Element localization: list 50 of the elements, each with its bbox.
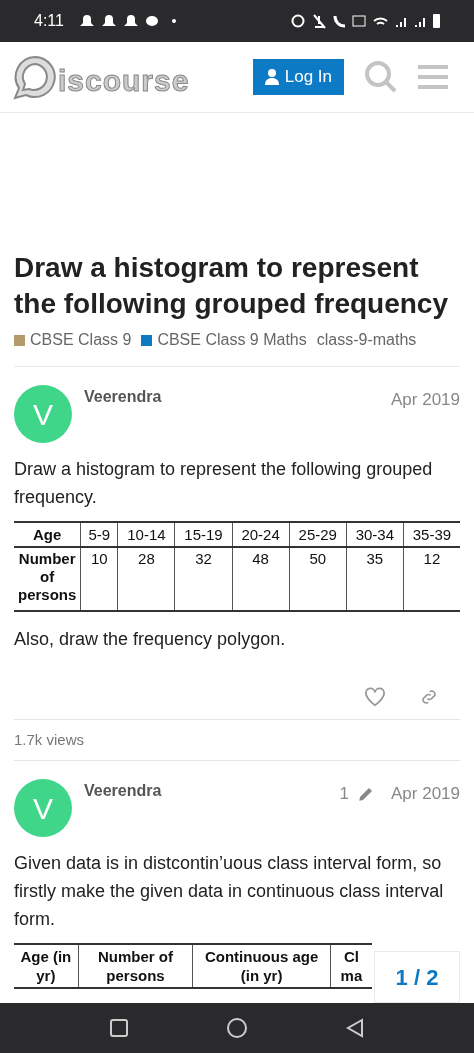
table-header: 10-14 — [117, 522, 175, 547]
post-text: Also, draw the frequency polygon. — [14, 628, 287, 651]
logo-icon[interactable] — [12, 54, 58, 100]
dot-icon — [171, 19, 176, 23]
back-icon[interactable] — [346, 1018, 365, 1038]
tag-link[interactable]: class-9-maths — [316, 328, 417, 352]
post-date[interactable]: Apr 2019 — [391, 781, 460, 807]
wifi-icon — [373, 15, 388, 27]
battery-icon — [433, 14, 440, 28]
table-header: 15-19 — [174, 522, 233, 547]
heart-icon[interactable] — [364, 687, 386, 707]
table-header: 25-29 — [289, 522, 347, 547]
user-icon — [264, 69, 279, 85]
author-name[interactable]: Veerendra — [84, 779, 162, 803]
table-header: Age (in yr) — [14, 944, 79, 988]
category-link[interactable]: CBSE Class 9 — [14, 328, 132, 352]
post-text: Draw a histogram to represent the following grouped frequency. — [14, 458, 434, 509]
home-icon[interactable] — [227, 1018, 247, 1038]
progress-indicator[interactable]: 1 / 2 — [374, 951, 460, 1003]
table-header: Age — [14, 522, 81, 547]
post-text: Given data is in distcontin’uous class interval form, so firstly make the given data in continuous class interval form. — [14, 852, 445, 931]
table-header: Number of persons — [78, 944, 193, 988]
table-cell: 50 — [289, 547, 347, 611]
signal-icon — [395, 15, 407, 27]
login-button[interactable]: Log In — [252, 59, 344, 95]
phone-icon — [333, 14, 345, 28]
author-name[interactable]: Veerendra — [84, 385, 162, 409]
table-header: 35-39 — [403, 522, 460, 547]
alarm-icon — [291, 14, 305, 28]
table-header: 5-9 — [80, 522, 118, 547]
table-header: 30-34 — [346, 522, 404, 547]
table-header: 20-24 — [232, 522, 290, 547]
topic-title: Draw a histogram to represent the following grouped frequency — [14, 251, 449, 321]
table-cell: 28 — [117, 547, 175, 611]
table-cell: Number of persons — [14, 547, 81, 611]
table-cell: 48 — [232, 547, 290, 611]
edit-count[interactable]: 1 — [339, 781, 349, 807]
chat-bubble-icon — [145, 15, 158, 27]
view-count: 1.7k views — [14, 731, 85, 748]
post-date[interactable]: Apr 2019 — [391, 387, 460, 413]
table-header: Cl ma — [330, 944, 372, 988]
status-time: 4:11 — [34, 11, 64, 31]
signal-icon — [414, 15, 426, 27]
table-cell: 12 — [403, 547, 460, 611]
table-cell: 10 — [80, 547, 118, 611]
category-link[interactable]: CBSE Class 9 Maths — [141, 328, 307, 352]
table-cell: 32 — [174, 547, 233, 611]
recent-apps-icon[interactable] — [109, 1019, 128, 1037]
table-cell: 35 — [346, 547, 404, 611]
table-header: Continuous age (in yr) — [192, 944, 331, 988]
